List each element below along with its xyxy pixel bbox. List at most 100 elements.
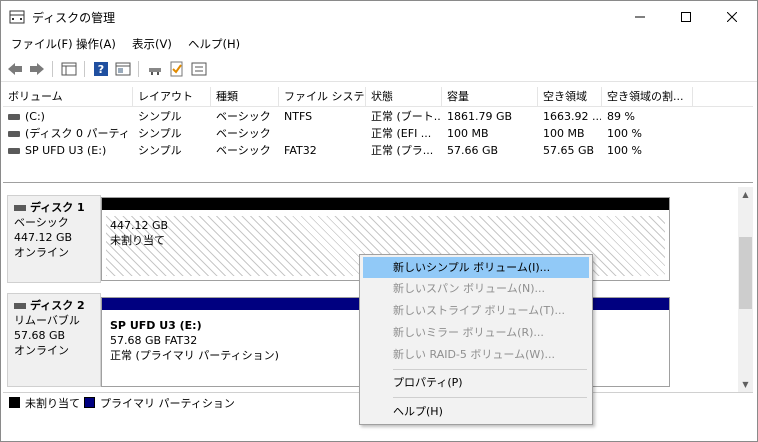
column-header-volume[interactable]: ボリューム (3, 87, 133, 107)
cell-capacity: 100 MB (447, 127, 489, 140)
back-icon (8, 63, 22, 75)
window-title: ディスクの管理 (32, 11, 116, 25)
disk-2-status: オンライン (14, 344, 69, 357)
column-header-filesystem[interactable]: ファイル システム (279, 87, 366, 107)
scroll-thumb[interactable] (739, 237, 752, 309)
menu-item-properties[interactable]: プロパティ(P) (363, 372, 589, 393)
disk-icon (14, 205, 26, 211)
properties-icon (115, 62, 131, 76)
maximize-button[interactable] (663, 1, 709, 32)
disk-2-name: ディスク 2 (30, 299, 85, 312)
menu-view[interactable]: 表示(V) (132, 36, 172, 52)
vertical-scrollbar[interactable]: ▲ ▼ (738, 187, 753, 392)
settings-button[interactable] (189, 59, 209, 79)
cell-type: ベーシック (216, 110, 271, 123)
context-menu: 新しいシンプル ボリューム(I)... 新しいスパン ボリューム(N)... 新… (359, 254, 593, 425)
column-header-status[interactable]: 状態 (366, 87, 442, 107)
cell-status: 正常 (プラ... (371, 144, 434, 157)
cell-capacity: 1861.79 GB (447, 110, 513, 123)
cell-free-percent: 100 % (607, 127, 642, 140)
partition-label: 未割り当て (110, 234, 165, 247)
list-view-icon (61, 62, 77, 76)
primary-partition-swatch (84, 397, 95, 408)
cell-volume: SP UFD U3 (E:) (25, 144, 107, 157)
legend-unallocated: 未割り当て (25, 397, 80, 410)
cell-free-space: 100 MB (543, 127, 585, 140)
connect-button[interactable] (145, 59, 165, 79)
disk-management-app-icon (9, 10, 25, 24)
cell-free-percent: 100 % (607, 144, 642, 157)
disk-icon (14, 303, 26, 309)
svg-text:?: ? (98, 63, 104, 76)
menu-item-new-mirrored-volume: 新しいミラー ボリューム(R)... (393, 326, 544, 339)
cell-free-space: 57.65 GB (543, 144, 595, 157)
table-row[interactable]: (ディスク 0 パーティシ... シンプル ベーシック 正常 (EFI ... … (3, 125, 753, 142)
minimize-button[interactable] (617, 1, 663, 32)
menu-item-new-simple-volume[interactable]: 新しいシンプル ボリューム(I)... (363, 257, 589, 278)
scroll-up-icon[interactable]: ▲ (738, 187, 753, 202)
cell-free-space: 1663.92 ... (543, 110, 601, 123)
table-row[interactable]: (C:) シンプル ベーシック NTFS 正常 (ブート... 1861.79 … (3, 108, 753, 125)
menu-separator (393, 397, 587, 398)
column-header-free-space[interactable]: 空き領域 (538, 87, 602, 107)
column-header-layout[interactable]: レイアウト (133, 87, 211, 107)
disk-1-size: 447.12 GB (14, 231, 73, 244)
cell-layout: シンプル (138, 127, 182, 140)
column-header-type[interactable]: 種類 (211, 87, 279, 107)
drive-icon (8, 148, 20, 154)
menu-action[interactable]: 操作(A) (76, 36, 116, 52)
scroll-down-icon[interactable]: ▼ (738, 377, 753, 392)
column-header-capacity[interactable]: 容量 (442, 87, 538, 107)
cell-layout: シンプル (138, 110, 182, 123)
check-button[interactable] (167, 59, 187, 79)
cell-type: ベーシック (216, 127, 271, 140)
cell-filesystem: NTFS (284, 110, 313, 123)
list-view-button[interactable] (59, 59, 79, 79)
help-icon: ? (94, 62, 108, 76)
menu-item-new-spanned-volume: 新しいスパン ボリューム(N)... (393, 282, 546, 295)
toolbar: ? (1, 56, 757, 82)
disk-2-label[interactable]: ディスク 2 リムーバブル 57.68 GB オンライン (7, 293, 101, 387)
volume-list: ボリューム レイアウト 種類 ファイル システム 状態 容量 空き領域 空き領域… (3, 87, 753, 183)
disk-1-status: オンライン (14, 246, 69, 259)
forward-button[interactable] (27, 59, 47, 79)
cell-volume: (ディスク 0 パーティシ... (25, 127, 131, 140)
cell-filesystem (284, 125, 365, 142)
menu-item-new-striped-volume: 新しいストライプ ボリューム(T)... (393, 304, 565, 317)
menu-bar: ファイル(F) 操作(A) 表示(V) ヘルプ(H) (1, 34, 757, 54)
disk-1-label[interactable]: ディスク 1 ベーシック 447.12 GB オンライン (7, 195, 101, 283)
unallocated-swatch (9, 397, 20, 408)
cell-status: 正常 (EFI ... (371, 127, 432, 140)
settings-icon (191, 62, 207, 76)
table-row[interactable]: SP UFD U3 (E:) シンプル ベーシック FAT32 正常 (プラ..… (3, 142, 753, 159)
cell-free-percent: 89 % (607, 110, 635, 123)
cell-status: 正常 (ブート... (371, 110, 441, 123)
disk-2-size: 57.68 GB (14, 329, 66, 342)
drive-icon (8, 131, 20, 137)
check-icon (170, 61, 183, 77)
cell-volume: (C:) (25, 110, 45, 123)
menu-item-new-raid5-volume: 新しい RAID-5 ボリューム(W)... (393, 348, 556, 361)
minimize-icon (635, 16, 645, 17)
back-button[interactable] (5, 59, 25, 79)
close-button[interactable] (709, 1, 755, 32)
menu-separator (393, 369, 587, 370)
disk-1-type: ベーシック (14, 216, 69, 229)
disk-management-window: ディスクの管理 ファイル(F) 操作(A) 表示(V) ヘルプ(H) ? ボリュ… (0, 0, 758, 442)
legend-primary-partition: プライマリ パーティション (100, 397, 235, 410)
connect-icon (149, 68, 161, 75)
cell-filesystem: FAT32 (284, 144, 317, 157)
partition-size: 447.12 GB (110, 219, 169, 232)
cell-capacity: 57.66 GB (447, 144, 499, 157)
column-header-free-percent[interactable]: 空き領域の割... (602, 87, 693, 107)
close-icon (727, 11, 737, 22)
properties-button[interactable] (113, 59, 133, 79)
unallocated-bar (102, 198, 669, 210)
maximize-icon (681, 11, 691, 22)
cell-type: ベーシック (216, 144, 271, 157)
menu-help[interactable]: ヘルプ(H) (188, 36, 240, 52)
forward-icon (30, 63, 44, 75)
menu-item-help[interactable]: ヘルプ(H) (363, 401, 589, 422)
menu-file[interactable]: ファイル(F) (11, 36, 73, 52)
help-button[interactable]: ? (91, 59, 111, 79)
